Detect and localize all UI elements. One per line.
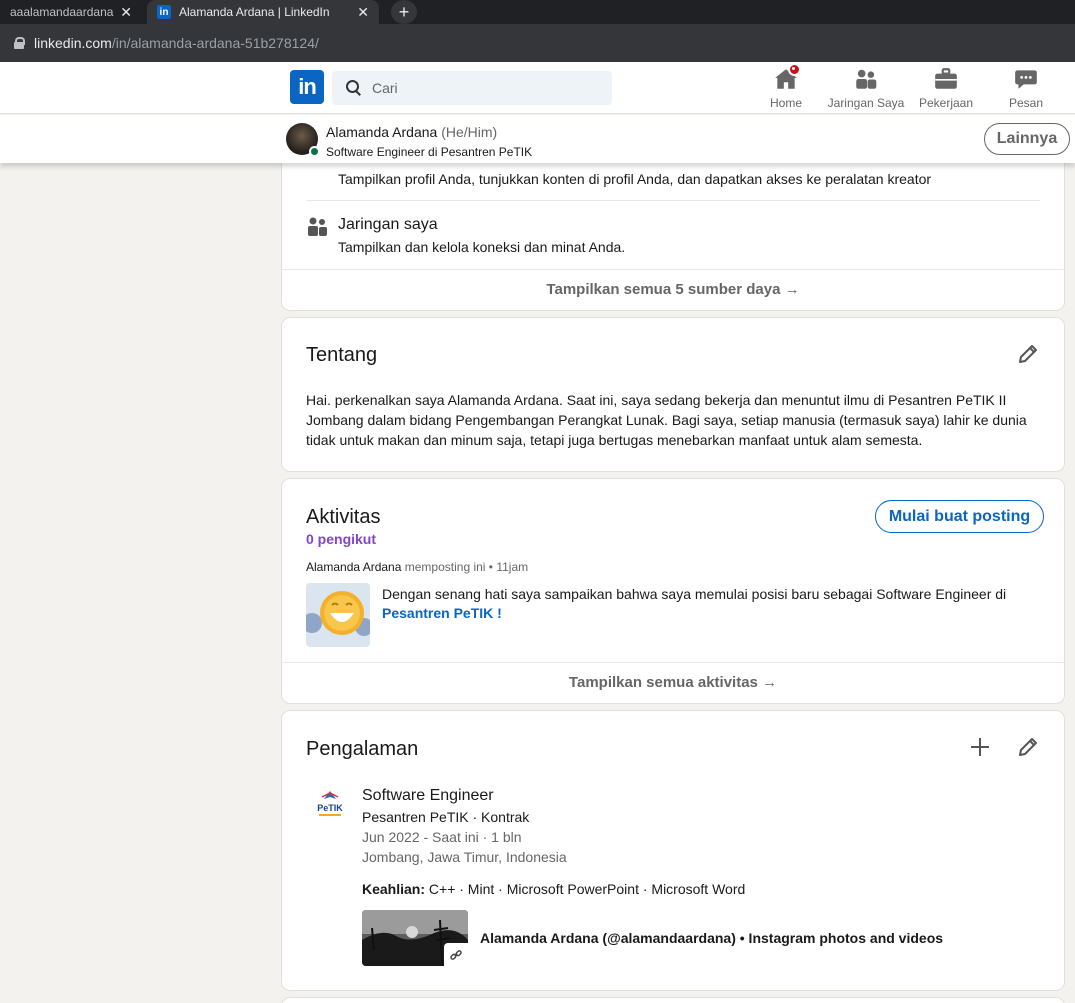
post-text: Dengan senang hati saya sampaikan bahwa … — [382, 585, 1042, 623]
job-dates: Jun 2022 - Saat ini · 1 bln — [362, 829, 522, 845]
profile-name: Alamanda Ardana — [326, 124, 438, 140]
nav-label: Home — [769, 96, 802, 110]
sticky-profile-name: Alamanda Ardana (He/Him) — [326, 124, 497, 140]
start-post-button[interactable]: Mulai buat posting — [875, 500, 1044, 533]
briefcase-icon — [933, 66, 959, 92]
home-icon — [773, 63, 801, 92]
url-text[interactable]: linkedin.com/in/alamanda-ardana-51b27812… — [34, 35, 319, 51]
next-card — [282, 998, 1064, 1003]
media-title[interactable]: Alamanda Ardana (@alamandaardana) • Inst… — [480, 930, 943, 946]
search-input[interactable] — [372, 80, 592, 96]
nav-label: Pekerjaan — [918, 96, 974, 110]
about-title: Tentang — [306, 344, 378, 366]
show-all-resources-link[interactable]: Tampilkan semua 5 sumber daya → — [282, 269, 1064, 309]
resource-item-subtitle: Tampilkan profil Anda, tunjukkan konten … — [338, 171, 932, 187]
link-icon — [444, 943, 468, 967]
nav-home[interactable]: Home — [746, 63, 826, 110]
online-status-icon — [309, 146, 320, 157]
followers-count[interactable]: 0 pengikut — [306, 531, 376, 547]
network-icon — [306, 215, 330, 239]
post-meta: Alamanda Ardana memposting ini • 11jam — [306, 560, 528, 574]
new-tab-button[interactable]: + — [391, 0, 417, 24]
url-domain: linkedin.com — [34, 35, 112, 51]
job-title: Software Engineer — [362, 787, 494, 804]
divider — [306, 200, 1040, 201]
job-company: Pesantren PeTIK · Kontrak — [362, 809, 530, 825]
activity-card: Aktivitas 0 pengikut Mulai buat posting … — [282, 479, 1064, 703]
lock-icon[interactable] — [14, 37, 25, 49]
show-all-activity-link[interactable]: Tampilkan semua aktivitas → — [282, 662, 1064, 702]
more-button[interactable]: Lainnya — [984, 123, 1070, 155]
skills-list: C++ · Mint · Microsoft PowerPoint · Micr… — [425, 881, 746, 897]
notification-badge — [788, 63, 801, 76]
nav-network[interactable]: Jaringan Saya — [826, 66, 906, 110]
linkedin-header: in Home Jaringan Saya Pekerjaan Pesan — [0, 62, 1075, 114]
browser-tab-inactive[interactable]: aaalamandaardana ✕ — [0, 0, 142, 24]
post-body: Dengan senang hati saya sampaikan bahwa … — [382, 586, 1007, 602]
resource-item-my-network[interactable]: Jaringan saya — [338, 216, 438, 234]
browser-tab-active[interactable]: in Alamanda Ardana | LinkedIn ✕ — [147, 0, 379, 24]
linkedin-favicon-icon: in — [157, 5, 171, 19]
job-location: Jombang, Jawa Timur, Indonesia — [362, 849, 567, 865]
tab-title: aaalamandaardana — [10, 5, 114, 19]
activity-title: Aktivitas — [306, 506, 381, 528]
resource-item-subtitle: Tampilkan dan kelola koneksi dan minat A… — [338, 239, 626, 255]
browser-tabbar: aaalamandaardana ✕ in Alamanda Ardana | … — [0, 0, 1075, 24]
company-logo[interactable]: PeTIK — [312, 789, 348, 825]
skills-label: Keahlian: — [362, 881, 426, 897]
add-icon[interactable] — [968, 735, 992, 759]
network-icon — [853, 66, 879, 92]
search-box[interactable] — [332, 71, 612, 105]
profile-pronouns: (He/Him) — [441, 124, 498, 140]
url-path: /in/alamanda-ardana-51b278124/ — [111, 35, 319, 51]
linkedin-logo[interactable]: in — [290, 70, 324, 104]
address-bar[interactable]: linkedin.com/in/alamanda-ardana-51b27812… — [0, 24, 1075, 62]
about-text: Hai. perkenalkan saya Alamanda Ardana. S… — [306, 392, 1027, 448]
nav-messaging[interactable]: Pesan — [986, 66, 1066, 110]
post-company-link[interactable]: Pesantren PeTIK — [382, 605, 493, 621]
nav-label: Jaringan Saya — [827, 96, 905, 110]
sticky-profile-bar: Alamanda Ardana (He/Him) Software Engine… — [0, 115, 1075, 163]
close-icon[interactable]: ✕ — [120, 4, 132, 21]
edit-pencil-icon[interactable] — [1016, 735, 1040, 759]
job-skills: Keahlian: C++ · Mint · Microsoft PowerPo… — [362, 881, 745, 897]
close-icon[interactable]: ✕ — [357, 4, 369, 21]
post-author[interactable]: Alamanda Ardana — [306, 560, 401, 574]
company-logo-text: PeTIK — [317, 803, 343, 813]
nav-jobs[interactable]: Pekerjaan — [906, 66, 986, 110]
experience-card: Pengalaman PeTIK Software Engineer Pesan… — [282, 711, 1064, 990]
post-meta-text: memposting ini • 11jam — [404, 560, 529, 574]
sticky-profile-headline: Software Engineer di Pesantren PeTIK — [326, 145, 533, 159]
nav-label: Pesan — [1008, 96, 1044, 110]
post-end: ! — [493, 605, 502, 621]
experience-title: Pengalaman — [306, 738, 419, 760]
post-thumbnail[interactable] — [306, 583, 370, 647]
search-icon — [346, 80, 362, 96]
about-card: Tentang Hai. perkenalkan saya Alamanda A… — [282, 318, 1064, 471]
tab-title: Alamanda Ardana | LinkedIn — [179, 5, 330, 19]
message-icon — [1013, 66, 1039, 92]
edit-pencil-icon[interactable] — [1016, 342, 1040, 366]
